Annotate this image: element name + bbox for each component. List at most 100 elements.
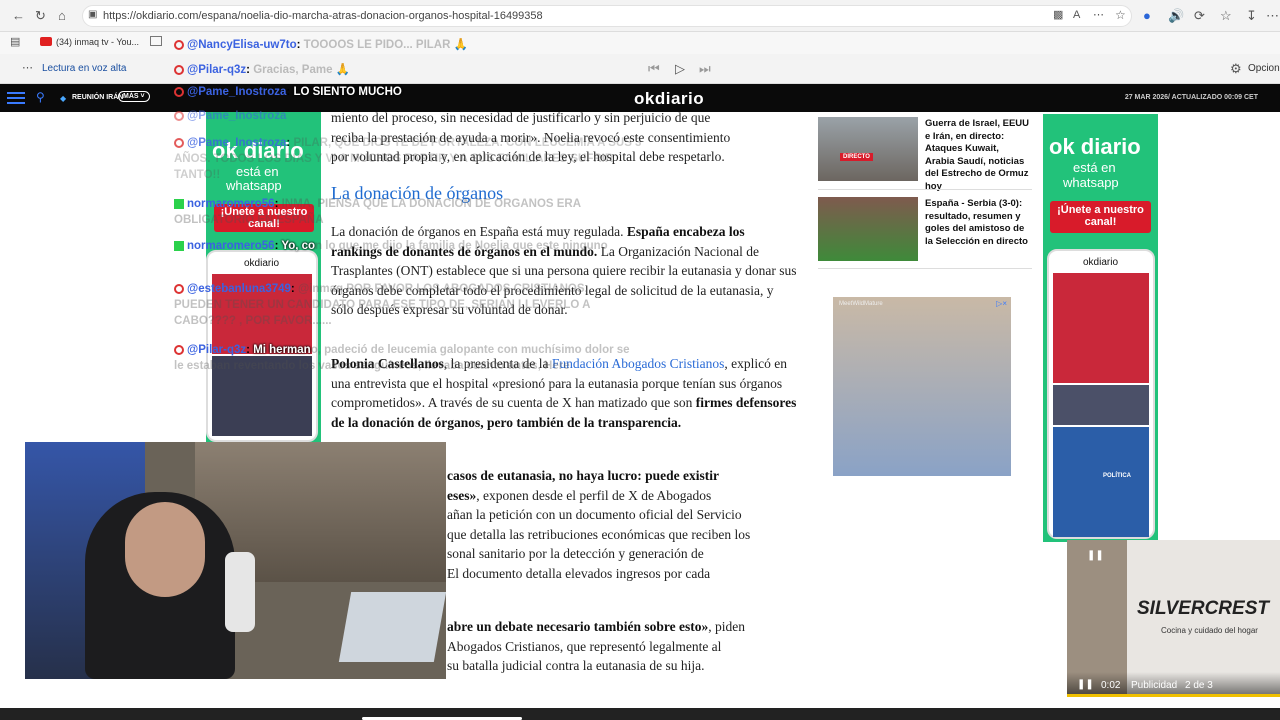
politica-label: POLÍTICA [1103, 473, 1131, 479]
chat-text: Mi herman [253, 344, 311, 356]
voice-options-icon[interactable]: ⚙ [1230, 62, 1242, 75]
youtube-icon [174, 137, 184, 148]
ad-line2: whatsapp [1063, 175, 1119, 190]
news-thumb-1[interactable]: DIRECTO [818, 117, 918, 181]
lock-icon[interactable]: ▣ [88, 10, 97, 20]
chat-message: @Pilar-q3z: Mi hermano, padeció de leuce… [174, 344, 630, 372]
read-aloud-menu-icon[interactable]: ⋯ [22, 63, 33, 74]
menu-icon[interactable]: ⋯ [1266, 9, 1279, 22]
extension-icon[interactable]: ● [1143, 9, 1151, 22]
chat-message: @Pame_Inostroza: LO SIENTO MUCHO [174, 86, 402, 98]
laptop [338, 592, 446, 662]
phone-story-image-2 [1053, 385, 1149, 425]
more-button[interactable]: MÁS ˅ [118, 91, 150, 102]
chat-user: @NancyElisa-uw7to [187, 39, 297, 51]
article-line: añan la petición con un documento oficia… [447, 507, 742, 522]
divider [818, 268, 1032, 269]
address-bar[interactable]: ▣ https://okdiario.com/espana/noelia-dio… [82, 5, 1132, 27]
p3-bold: casos de eutanasia, no haya lucro: puede… [447, 468, 720, 483]
browser-toolbar: ← ↻ ⌂ ▣ https://okdiario.com/espana/noel… [0, 0, 1280, 32]
ad-count: 2 de 3 [1185, 680, 1213, 691]
article-line: que detalla las retribuciones económicas… [447, 526, 751, 542]
reader-icon[interactable]: ▩ [1053, 10, 1063, 21]
kick-icon [174, 198, 184, 209]
video-ad[interactable]: ❚❚ SILVERCREST Cocina y cuidado del hoga… [1067, 540, 1280, 697]
favorites-icon[interactable]: ☆ [1220, 9, 1232, 22]
article-line: El documento detalla elevados ingresos p… [447, 565, 711, 581]
bookmark-item[interactable]: (34) inmaq tv - You... [56, 37, 139, 47]
site-logo[interactable]: okdiario [634, 89, 704, 109]
speaker-icon[interactable]: 🔊 [1168, 9, 1184, 22]
microphone [225, 552, 255, 632]
chat-user: @Pilar-q3z [187, 64, 247, 76]
video-progress-bar [1067, 694, 1280, 697]
phone-story-image [1053, 273, 1149, 383]
back-icon[interactable]: ← [12, 9, 25, 22]
nav-tag[interactable]: REUNIÓN IRÁN [72, 94, 123, 101]
chat-user: normaromero56 [187, 240, 275, 252]
chat-message: normaromero56: Yo, con lo que me dijo la… [174, 238, 654, 254]
sync-icon[interactable]: ⟳ [1194, 9, 1205, 22]
ad-source: MeetWildMature [839, 301, 883, 307]
more-tools-icon[interactable]: ⋯ [1093, 10, 1104, 21]
join-channel-button[interactable]: ¡Únete a nuestro canal! [1050, 201, 1151, 233]
refresh-icon[interactable]: ↻ [35, 9, 46, 22]
youtube-icon [174, 110, 184, 121]
news-title-1[interactable]: Guerra de Israel, EEUU e Irán, en direct… [925, 118, 1030, 193]
chat-text-faded: n lo que me dijo la familia de Noelia qu… [315, 240, 608, 252]
play-icon[interactable]: ▷ [675, 62, 685, 75]
phone-logo: okdiario [244, 258, 280, 269]
next-icon[interactable]: ⏭ [699, 62, 711, 75]
article-paragraph-4: abre un debate necesario también sobre e… [447, 617, 797, 676]
folder-icon[interactable] [150, 36, 162, 46]
youtube-icon [174, 86, 184, 97]
tabs-icon[interactable]: ▤ [10, 37, 20, 48]
phone-story-image-3: POLÍTICA [1053, 427, 1149, 537]
download-icon[interactable]: ↧ [1246, 9, 1257, 22]
chat-message: @Pame_Inostroza [174, 110, 286, 122]
pause-icon[interactable]: ❚❚ [1077, 679, 1094, 690]
chat-text-faded: TOOOOS LE PIDO... PILAR [303, 39, 451, 51]
chat-user: @Pame_Inostroza [187, 86, 287, 98]
text-size-icon[interactable]: A [1073, 10, 1080, 21]
chat-message: @estebanluna3749: @inmaq POR FAVOR LOS A… [174, 283, 590, 327]
article-line: Abogados Cristianos, que representó lega… [447, 638, 722, 654]
favorite-star-icon[interactable]: ☆ [1115, 9, 1126, 21]
silvercrest-logo: SILVERCREST [1137, 598, 1269, 619]
chat-text: LO SIENTO MUCHO [293, 86, 402, 98]
ad-phone-mockup: okdiario POLÍTICA [1047, 249, 1155, 539]
chat-message: @Pilar-q3z: Gracias, Pame 🙏 [174, 62, 350, 76]
home-icon[interactable]: ⌂ [58, 9, 66, 22]
youtube-icon [174, 344, 184, 355]
ad-brand: ok diario [1049, 134, 1141, 159]
news-thumb-2[interactable] [818, 197, 918, 261]
read-aloud-label[interactable]: Lectura en voz alta [42, 63, 127, 74]
chat-text-faded: Gracias, Pame [253, 64, 333, 76]
divider [818, 189, 1032, 190]
p4-bold: abre un debate necesario también sobre e… [447, 619, 709, 634]
url-text: https://okdiario.com/espana/noelia-dio-m… [103, 10, 543, 22]
chat-user: @Pilar-q3z [187, 344, 247, 356]
p4-text: , piden [708, 619, 745, 634]
live-badge: DIRECTO [840, 153, 873, 161]
native-ad-image[interactable]: MeetWildMature ▷× [833, 297, 1011, 476]
news-title-2[interactable]: España - Serbia (3-0): resultado, resume… [925, 198, 1030, 248]
ad-info-icon[interactable]: ❚❚ [1087, 550, 1104, 561]
chat-message: @Pame_Inostroza: PILAR, QUE DIOS TE DE F… [174, 137, 642, 181]
hamburger-icon[interactable] [7, 92, 25, 94]
options-label[interactable]: Opcion [1248, 63, 1280, 74]
video-ad-tagline: Cocina y cuidado del hogar [1161, 626, 1258, 635]
taskbar [0, 708, 1280, 720]
youtube-favicon-icon [40, 37, 52, 46]
article-line: su batalla judicial contra la eutanasia … [447, 658, 705, 673]
whatsapp-ad-right[interactable]: ok diario está en whatsapp ¡Únete a nues… [1043, 114, 1158, 542]
search-icon[interactable]: ⚲ [36, 90, 45, 104]
article-line: miento del proceso, sin necesidad de jus… [331, 110, 711, 125]
chat-message: @NancyElisa-uw7to: TOOOOS LE PIDO... PIL… [174, 37, 468, 51]
video-time: 0:02 [1101, 680, 1121, 691]
adchoices-icon[interactable]: ▷× [996, 299, 1007, 308]
previous-icon[interactable]: ⏮ [648, 62, 660, 75]
youtube-icon [174, 283, 184, 294]
chat-user: @Pame_Inostroza [187, 110, 287, 122]
ad-line1: está en [1073, 160, 1116, 175]
